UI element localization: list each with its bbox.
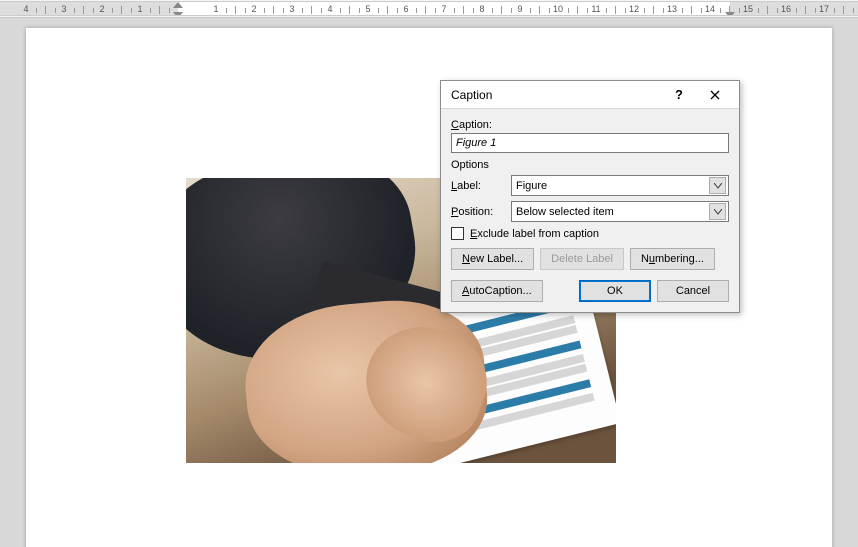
delete-label-button[interactable]: Delete Label — [540, 248, 624, 270]
caption-dialog: Caption ? Caption: Options Label: Figure… — [440, 80, 740, 313]
numbering-button[interactable]: Numbering... — [630, 248, 715, 270]
close-button[interactable] — [697, 82, 733, 108]
label-select[interactable]: Figure — [511, 175, 729, 196]
chevron-down-icon — [709, 203, 726, 220]
options-group-label: Options — [451, 159, 729, 171]
close-icon — [710, 90, 720, 100]
position-select-value: Below selected item — [516, 206, 614, 218]
horizontal-ruler[interactable]: 43211234567891011121314151617 — [0, 0, 858, 18]
position-select[interactable]: Below selected item — [511, 201, 729, 222]
dialog-title: Caption — [451, 88, 661, 102]
autocaption-button[interactable]: AutoCaption... — [451, 280, 543, 302]
exclude-label-checkbox[interactable] — [451, 227, 464, 240]
label-field-label: Label: — [451, 180, 505, 192]
help-button[interactable]: ? — [661, 82, 697, 108]
dialog-titlebar[interactable]: Caption ? — [441, 81, 739, 109]
caption-input[interactable] — [451, 133, 729, 153]
ok-button[interactable]: OK — [579, 280, 651, 302]
cancel-button[interactable]: Cancel — [657, 280, 729, 302]
caption-field-label: Caption: — [451, 119, 729, 131]
new-label-button[interactable]: New Label... — [451, 248, 534, 270]
help-icon: ? — [675, 87, 683, 102]
exclude-label-text: Exclude label from caption — [470, 228, 599, 240]
chevron-down-icon — [709, 177, 726, 194]
position-field-label: Position: — [451, 206, 505, 218]
label-select-value: Figure — [516, 180, 547, 192]
